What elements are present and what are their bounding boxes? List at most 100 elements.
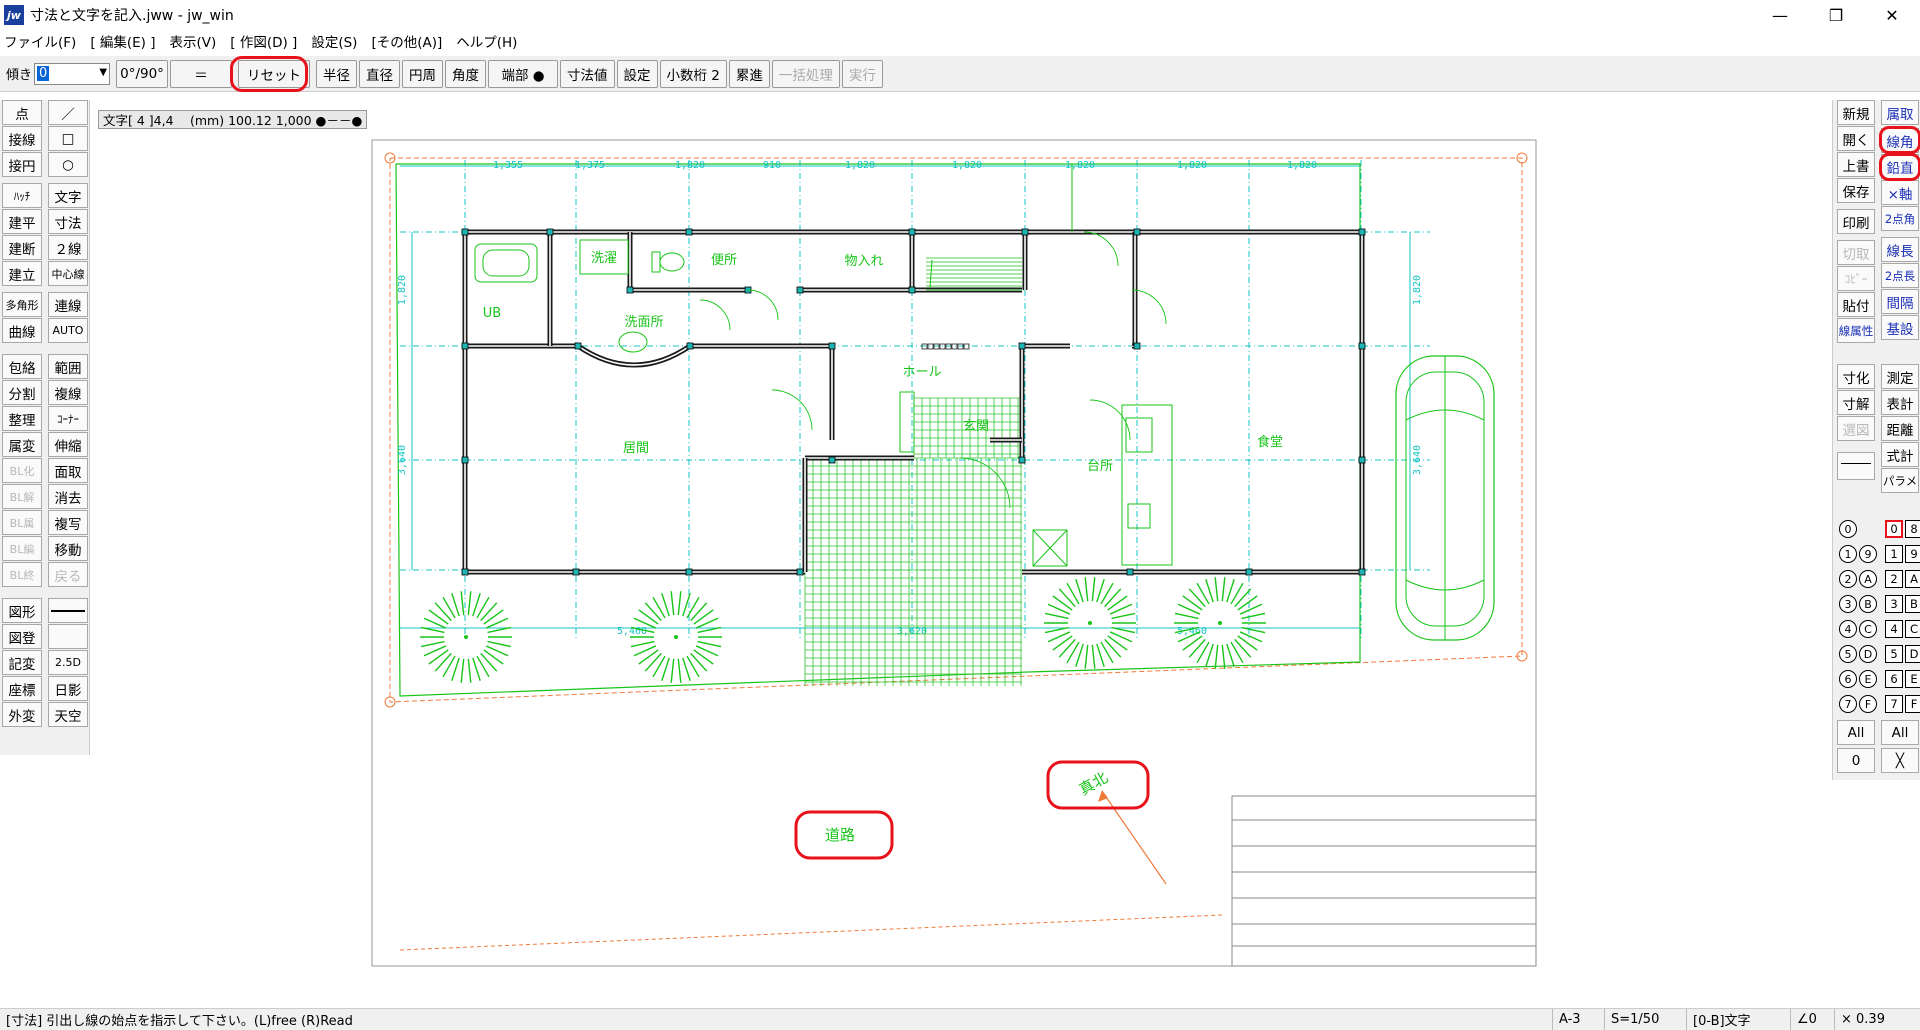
rtool-l-10[interactable]: 寸解 (1837, 390, 1875, 415)
rtool-r-4[interactable]: 2点角 (1881, 206, 1919, 231)
angle-button[interactable]: 角度 (445, 59, 487, 88)
maximize-button[interactable]: ❐ (1808, 0, 1864, 30)
layer-1[interactable]: 1 (1885, 545, 1903, 563)
equals-button[interactable]: ＝ (170, 59, 233, 88)
layer-b-5[interactable]: D (1905, 645, 1920, 663)
layer-group-2[interactable]: 2 (1839, 570, 1857, 588)
layer-group-b-1[interactable]: 9 (1859, 545, 1877, 563)
menu-draw[interactable]: [ 作図(D) ] (230, 31, 297, 51)
rtool-r-9[interactable]: 測定 (1881, 364, 1919, 389)
line-type-box[interactable] (48, 598, 88, 623)
tool-l-7[interactable]: 多角形 (2, 292, 42, 317)
tool-r-13[interactable]: 面取 (48, 458, 88, 483)
tool-r-21[interactable]: 日影 (48, 676, 88, 701)
layer-group-6[interactable]: 6 (1839, 670, 1857, 688)
drawing-canvas[interactable]: 1,355 1,375 1,820 910 1,820 1,820 1,820 1,820 1,… (91, 100, 1831, 1008)
layer-b-4[interactable]: C (1905, 620, 1920, 638)
tool-r-12[interactable]: 伸縮 (48, 432, 88, 457)
layer-b-1[interactable]: 9 (1905, 545, 1920, 563)
zero-button[interactable]: 0 (1837, 748, 1875, 773)
end-style-button[interactable]: 端部 ● (488, 59, 559, 88)
layer-b-3[interactable]: B (1905, 595, 1920, 613)
tool-l-16[interactable]: BL編 (2, 536, 42, 561)
tool-l-21[interactable]: 座標 (2, 676, 42, 701)
paper-size[interactable]: A-3 (1552, 1009, 1604, 1030)
tool-l-17[interactable]: BL終 (2, 562, 42, 587)
layer-group-5[interactable]: 5 (1839, 645, 1857, 663)
close-button[interactable]: ✕ (1864, 0, 1920, 30)
tool-l-22[interactable]: 外変 (2, 702, 42, 727)
rtool-r-5[interactable]: 線長 (1881, 237, 1919, 262)
scale-display[interactable]: S=1/50 (1604, 1009, 1686, 1030)
layer-group-4[interactable]: 4 (1839, 620, 1857, 638)
menu-help[interactable]: ヘルプ(H) (456, 31, 517, 51)
all-layers-button[interactable]: All (1881, 720, 1919, 745)
tool-l-1[interactable]: 接線 (2, 126, 42, 151)
tool-l-0[interactable]: 点 (2, 100, 42, 125)
tool-l-18[interactable]: 図形 (2, 598, 42, 623)
angle-toggle-button[interactable]: 0°/90° (116, 59, 169, 88)
tool-r-17[interactable]: 戻る (48, 562, 88, 587)
layer-2[interactable]: 2 (1885, 570, 1903, 588)
rtool-r-0[interactable]: 属取 (1881, 100, 1919, 125)
tool-r-8[interactable]: AUTO (48, 318, 88, 343)
dimension-value-button[interactable]: 寸法値 (560, 59, 615, 88)
tool-r-1[interactable]: □ (48, 126, 88, 151)
tool-r-0[interactable]: ／ (48, 100, 88, 125)
tool-r-11[interactable]: ｺｰﾅｰ (48, 406, 88, 431)
layer-group-b-6[interactable]: E (1859, 670, 1877, 688)
rtool-l-0[interactable]: 新規 (1837, 100, 1875, 125)
layer-group-7[interactable]: 7 (1839, 695, 1857, 713)
tool-r-14[interactable]: 消去 (48, 484, 88, 509)
line-style-preview[interactable] (1837, 452, 1875, 480)
layer-7[interactable]: 7 (1885, 695, 1903, 713)
layer-b-2[interactable]: A (1905, 570, 1920, 588)
rtool-l-1[interactable]: 開く (1837, 126, 1875, 151)
tool-r-10[interactable]: 複線 (48, 380, 88, 405)
menu-file[interactable]: ファイル(F) (4, 31, 76, 51)
minimize-button[interactable]: — (1752, 0, 1808, 30)
tool-l-2[interactable]: 接円 (2, 152, 42, 177)
execute-button[interactable]: 実行 (841, 59, 883, 88)
settings-button[interactable]: 設定 (616, 59, 658, 88)
rtool-r-6[interactable]: 2点長 (1881, 263, 1919, 288)
tool-l-6[interactable]: 建立 (2, 261, 42, 286)
rtool-l-8[interactable]: 線属性 (1837, 318, 1875, 343)
menu-edit[interactable]: [ 編集(E) ] (90, 31, 155, 51)
rtool-l-5[interactable]: 切取 (1837, 240, 1875, 265)
menu-settings[interactable]: 設定(S) (311, 31, 357, 51)
rtool-l-7[interactable]: 貼付 (1837, 292, 1875, 317)
layer-4[interactable]: 4 (1885, 620, 1903, 638)
tool-l-19[interactable]: 図登 (2, 624, 42, 649)
tool-l-8[interactable]: 曲線 (2, 318, 42, 343)
tool-l-13[interactable]: BL化 (2, 458, 42, 483)
layer-group-1[interactable]: 1 (1839, 545, 1857, 563)
tool-l-11[interactable]: 整理 (2, 406, 42, 431)
layer-group-b-7[interactable]: F (1859, 695, 1877, 713)
layer-6[interactable]: 6 (1885, 670, 1903, 688)
layer-group-b-0[interactable] (1859, 520, 1877, 538)
layer-group-3[interactable]: 3 (1839, 595, 1857, 613)
decimal-places-button[interactable]: 小数桁 2 (659, 59, 727, 88)
tool-l-10[interactable]: 分割 (2, 380, 42, 405)
tool-r-3[interactable]: 文字 (48, 183, 88, 208)
tool-r-20[interactable]: 2.5D (48, 650, 88, 675)
rtool-l-3[interactable]: 保存 (1837, 178, 1875, 203)
tool-r-9[interactable]: 範囲 (48, 354, 88, 379)
layer-display[interactable]: [0-B]文字 (1686, 1009, 1790, 1030)
all-groups-button[interactable]: All (1837, 720, 1875, 745)
line-color-box[interactable] (48, 624, 88, 649)
radius-button[interactable]: 半径 (316, 59, 358, 88)
rtool-l-4[interactable]: 印刷 (1837, 209, 1875, 234)
progressive-button[interactable]: 累進 (728, 59, 770, 88)
tool-l-14[interactable]: BL解 (2, 484, 42, 509)
tool-r-15[interactable]: 複写 (48, 510, 88, 535)
tool-r-2[interactable]: ○ (48, 152, 88, 177)
rtool-r-7[interactable]: 間隔 (1881, 289, 1919, 314)
rtool-r-12[interactable]: 式計 (1881, 442, 1919, 467)
layer-group-b-5[interactable]: D (1859, 645, 1877, 663)
rtool-l-2[interactable]: 上書 (1837, 152, 1875, 177)
rtool-r-10[interactable]: 表計 (1881, 390, 1919, 415)
layer-group-b-2[interactable]: A (1859, 570, 1877, 588)
rtool-l-6[interactable]: ｺﾋﾟｰ (1837, 266, 1875, 291)
